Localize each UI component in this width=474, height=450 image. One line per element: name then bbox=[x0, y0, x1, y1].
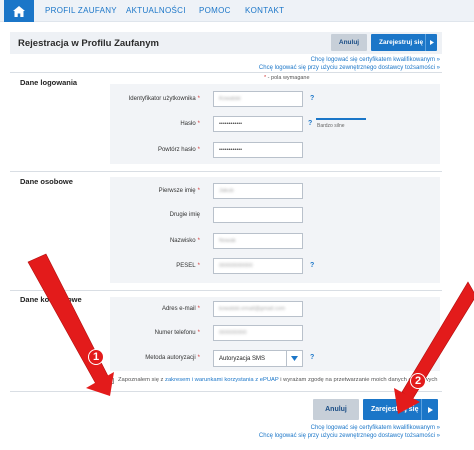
required-star: * bbox=[197, 147, 200, 153]
phone-value: 000000000 bbox=[219, 330, 247, 336]
auth-method-value: Autoryzacja SMS bbox=[219, 355, 266, 362]
last-name-value: Nowak bbox=[219, 238, 236, 244]
header-cancel-label: Anuluj bbox=[338, 39, 360, 46]
header-register-label: Zarejestruj się bbox=[379, 39, 424, 46]
first-name-input[interactable]: Jakub bbox=[213, 183, 303, 199]
auth-method-label-text: Metoda autoryzacji bbox=[145, 355, 196, 361]
username-value: Kowalski bbox=[219, 96, 241, 102]
header-register-button[interactable]: Zarejestruj się bbox=[371, 34, 437, 51]
annotation-arrow-1 bbox=[27, 253, 114, 396]
consent-checkbox[interactable] bbox=[108, 378, 114, 384]
nav-item-aktualnosci[interactable]: AKTUALNOŚCI bbox=[126, 6, 186, 15]
password-label-text: Hasło bbox=[180, 121, 196, 127]
required-fields-note: * - pola wymagane bbox=[264, 75, 310, 81]
section-divider bbox=[10, 391, 442, 392]
external-provider-link-bottom[interactable]: Chcę logować się przy użyciu zewnętrzneg… bbox=[259, 433, 440, 439]
password-help-icon[interactable]: ? bbox=[308, 120, 312, 127]
required-star: * bbox=[197, 121, 200, 127]
email-label: Adres e-mail * bbox=[108, 306, 200, 312]
username-help-icon[interactable]: ? bbox=[310, 95, 314, 102]
footer-cancel-label: Anuluj bbox=[325, 406, 347, 413]
first-name-label: Pierwsze imię * bbox=[108, 188, 200, 194]
required-star: * bbox=[197, 96, 200, 102]
password-confirm-label: Powtórz hasło * bbox=[108, 147, 200, 153]
section-divider bbox=[10, 290, 442, 291]
username-label: Identyfikator użytkownika * bbox=[108, 96, 200, 102]
required-star: * bbox=[197, 330, 200, 336]
password-strength-bar bbox=[316, 118, 366, 120]
footer-register-label: Zarejestruj się bbox=[371, 406, 419, 413]
password-confirm-label-text: Powtórz hasło bbox=[157, 147, 196, 153]
consent-text-before: Zapoznałem się z bbox=[118, 377, 166, 383]
second-name-label: Drugie imię bbox=[108, 212, 200, 218]
username-input[interactable]: Kowalski bbox=[213, 91, 303, 107]
page-title: Rejestracja w Profilu Zaufanym bbox=[18, 38, 159, 49]
required-star: * bbox=[197, 355, 200, 361]
pesel-input[interactable]: 00000000000 bbox=[213, 258, 303, 274]
username-label-text: Identyfikator użytkownika bbox=[128, 96, 196, 102]
email-label-text: Adres e-mail bbox=[161, 306, 196, 312]
auth-method-label: Metoda autoryzacji * bbox=[108, 355, 200, 361]
required-star: * bbox=[197, 306, 200, 312]
consent-text: Zapoznałem się z zakresem i warunkami ko… bbox=[118, 377, 438, 383]
password-input[interactable]: •••••••••••• bbox=[213, 116, 303, 132]
last-name-input[interactable]: Nowak bbox=[213, 233, 303, 249]
home-button[interactable] bbox=[4, 0, 34, 22]
password-label: Hasło * bbox=[108, 121, 200, 127]
section-title-login: Dane logowania bbox=[20, 78, 78, 87]
header-cancel-button[interactable]: Anuluj bbox=[331, 34, 367, 51]
password-confirm-input[interactable]: •••••••••••• bbox=[213, 142, 303, 158]
second-name-input[interactable] bbox=[213, 207, 303, 223]
nav-item-kontakt[interactable]: KONTAKT bbox=[245, 6, 284, 15]
password-value: •••••••••••• bbox=[219, 121, 243, 127]
first-name-label-text: Pierwsze imię bbox=[158, 188, 196, 194]
nav-item-profil-zaufany[interactable]: PROFIL ZAUFANY bbox=[45, 6, 117, 15]
home-icon bbox=[13, 5, 25, 17]
password-strength-label: Bardzo silne bbox=[317, 123, 345, 129]
chevron-down-icon bbox=[286, 351, 302, 366]
certificate-login-link-bottom[interactable]: Chcę logować się certyfikatem kwalifikow… bbox=[311, 425, 440, 431]
pesel-label-text: PESEL bbox=[176, 263, 196, 269]
annotation-badge-1: 1 bbox=[88, 349, 104, 365]
required-star: * bbox=[197, 188, 200, 194]
last-name-label-text: Nazwisko bbox=[169, 238, 196, 244]
footer-cancel-button[interactable]: Anuluj bbox=[313, 399, 359, 420]
annotation-number-2: 2 bbox=[414, 375, 422, 387]
first-name-value: Jakub bbox=[219, 188, 234, 194]
chevron-right-icon bbox=[421, 399, 438, 420]
required-note-text: - pola wymagane bbox=[266, 75, 310, 81]
phone-input[interactable]: 000000000 bbox=[213, 325, 303, 341]
pesel-label: PESEL * bbox=[108, 263, 200, 269]
email-input[interactable]: kowalski.email@gmail.com bbox=[213, 301, 303, 317]
section-title-contact: Dane kontaktowe bbox=[20, 295, 82, 304]
auth-method-select[interactable]: Autoryzacja SMS bbox=[213, 350, 303, 367]
required-star: * bbox=[197, 238, 200, 244]
last-name-label: Nazwisko * bbox=[108, 238, 200, 244]
nav-item-pomoc[interactable]: POMOC bbox=[199, 6, 231, 15]
pesel-help-icon[interactable]: ? bbox=[310, 262, 314, 269]
top-navigation: PROFIL ZAUFANY AKTUALNOŚCI POMOC KONTAKT bbox=[0, 0, 474, 22]
password-confirm-value: •••••••••••• bbox=[219, 147, 243, 153]
annotation-badge-2: 2 bbox=[410, 373, 426, 389]
phone-label: Numer telefonu * bbox=[108, 330, 200, 336]
pesel-value: 00000000000 bbox=[219, 263, 253, 269]
phone-label-text: Numer telefonu bbox=[154, 330, 196, 336]
annotation-number-1: 1 bbox=[92, 351, 100, 363]
email-value: kowalski.email@gmail.com bbox=[219, 306, 286, 312]
external-provider-link-top[interactable]: Chcę logować się przy użyciu zewnętrzneg… bbox=[259, 65, 440, 71]
auth-method-help-icon[interactable]: ? bbox=[310, 354, 314, 361]
required-star: * bbox=[197, 263, 200, 269]
section-title-personal: Dane osobowe bbox=[20, 177, 73, 186]
section-divider bbox=[10, 171, 442, 172]
terms-link[interactable]: zakresem i warunkami korzystania z ePUAP bbox=[165, 377, 279, 383]
second-name-label-text: Drugie imię bbox=[169, 212, 200, 218]
section-divider bbox=[10, 72, 442, 73]
certificate-login-link-top[interactable]: Chcę logować się certyfikatem kwalifikow… bbox=[311, 57, 440, 63]
footer-register-button[interactable]: Zarejestruj się bbox=[363, 399, 438, 420]
chevron-right-icon bbox=[425, 34, 437, 51]
